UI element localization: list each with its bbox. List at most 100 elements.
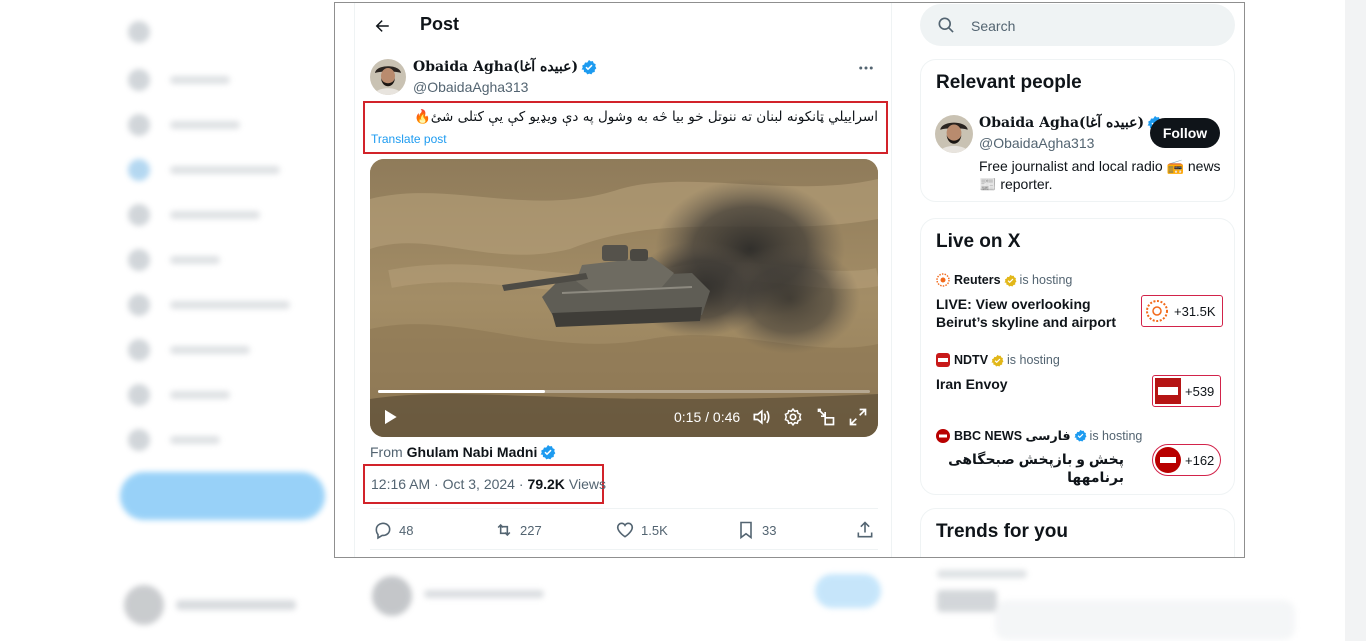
screenshot-frame: Post Obaida Agha(عبیده آغا) @ObaidaAgha3… (334, 2, 1245, 558)
pip-icon (817, 408, 835, 426)
trends-title: Trends for you (936, 521, 1068, 542)
volume-button[interactable] (751, 407, 771, 427)
bookmark-button[interactable]: 33 (736, 520, 776, 540)
gear-icon (784, 407, 802, 427)
relevant-people-card: Relevant people Obaida Agha(عبیده آغا) @… (920, 59, 1235, 202)
share-button[interactable] (855, 520, 881, 540)
more-options-button[interactable] (854, 59, 878, 79)
page: Post Obaida Agha(عبیده آغا) @ObaidaAgha3… (0, 0, 1366, 641)
listener-count-badge: +539 (1152, 375, 1222, 407)
more-icon (859, 66, 873, 70)
post-author: Obaida Agha(عبیده آغا) @ObaidaAgha313 (370, 59, 880, 99)
person-bio: Free journalist and local radio 📻 news 📰… (979, 158, 1221, 192)
hosting-label: is hosting (1089, 428, 1143, 443)
reuters-logo-icon (1146, 300, 1168, 322)
person-avatar[interactable] (935, 115, 973, 153)
author-avatar[interactable] (370, 59, 406, 95)
divider (370, 508, 878, 509)
host-row: BBC NEWS فارسی is hosting (936, 428, 1142, 443)
gold-verified-badge-icon (991, 354, 1004, 367)
background-reply-area (360, 560, 890, 641)
video-player[interactable]: 0:15 / 0:46 (370, 159, 878, 437)
heart-icon (616, 522, 634, 538)
video-progress-fill (378, 390, 546, 393)
bg-nav-item (128, 203, 260, 227)
repost-button[interactable]: 227 (494, 520, 542, 540)
share-icon (857, 521, 873, 538)
live-item[interactable]: BBC NEWS فارسی is hosting پخش و بازپخش ص… (936, 428, 1226, 488)
live-title-text: پخش و بازپخش صبحگاهی برنامهها (948, 451, 1124, 485)
verified-badge-icon (540, 445, 556, 460)
play-icon (385, 409, 397, 425)
bg-account-switcher (124, 585, 296, 625)
right-sidebar: Search Relevant people Obaida Agha(عبیده… (920, 3, 1236, 557)
from-prefix: From (370, 444, 403, 460)
bg-nav-item (128, 383, 230, 407)
follow-button[interactable]: Follow (1150, 118, 1220, 148)
search-bar[interactable]: Search (920, 4, 1235, 46)
fullscreen-button[interactable] (848, 407, 868, 427)
host-name: NDTV (954, 353, 989, 367)
listener-count-badge: +162 (1152, 444, 1222, 476)
search-placeholder: Search (971, 18, 1016, 34)
live-item[interactable]: NDTV is hosting Iran Envoy +539 (936, 353, 1226, 408)
live-title-text: Iran Envoy (936, 376, 1008, 392)
background-scrollbar (1345, 0, 1366, 641)
gold-verified-badge-icon (1004, 274, 1017, 287)
search-icon (938, 17, 954, 33)
back-button[interactable] (367, 11, 397, 41)
post-column: Post Obaida Agha(عبیده آغا) @ObaidaAgha3… (354, 3, 893, 557)
bg-nav-item (128, 428, 220, 452)
host-name: Reuters (954, 273, 1001, 287)
post-header: Post (355, 3, 893, 49)
author-name[interactable]: Obaida Agha(عبیده آغا) (413, 59, 578, 75)
views-label: Views (568, 476, 606, 492)
reply-icon (375, 522, 391, 540)
translate-post-link[interactable]: Translate post (371, 132, 447, 146)
person-name[interactable]: Obaida Agha(عبیده آغا) (979, 115, 1144, 131)
repost-count: 227 (520, 522, 542, 538)
play-button[interactable] (380, 407, 400, 427)
volume-icon (753, 409, 770, 425)
post-meta-highlight: 12:16 AM · Oct 3, 2024 · 79.2K Views (363, 464, 606, 504)
bookmark-count: 33 (762, 522, 777, 538)
hosting-label: is hosting (1007, 353, 1060, 367)
verified-badge-icon (581, 60, 597, 75)
views-count: 79.2K (527, 476, 565, 492)
listener-count: +539 (1185, 383, 1215, 399)
host-name: BBC NEWS فارسی (954, 429, 1071, 443)
bg-x-logo-icon (128, 20, 170, 44)
bg-post-button (120, 472, 325, 520)
person-handle[interactable]: @ObaidaAgha313 (979, 135, 1094, 151)
settings-button[interactable] (783, 407, 803, 427)
author-name-row: Obaida Agha(عبیده آغا) (413, 59, 597, 75)
host-row: NDTV is hosting (936, 353, 1060, 367)
repost-icon (497, 523, 511, 537)
like-button[interactable]: 1.5K (615, 520, 668, 540)
video-progress-bar[interactable] (378, 390, 870, 393)
reply-count: 48 (399, 522, 414, 538)
author-handle[interactable]: @ObaidaAgha313 (413, 79, 528, 95)
bg-nav-item (128, 158, 280, 182)
bg-nav-item (128, 248, 220, 272)
verified-badge-icon (1074, 429, 1087, 442)
from-author-link[interactable]: Ghulam Nabi Madni (407, 444, 538, 460)
listener-count-badge: +31.5K (1141, 295, 1223, 327)
live-item[interactable]: Reuters is hosting LIVE: View overlookin… (936, 273, 1226, 333)
post-timestamp[interactable]: 12:16 AM · Oct 3, 2024 · (371, 476, 524, 492)
listener-count: +162 (1185, 452, 1215, 468)
post-text: اسراییلي ټانکونه لبنان ته ننوتل خو بیا څ… (413, 109, 878, 125)
video-frame-tank (370, 159, 878, 437)
bg-nav-item (128, 293, 290, 317)
post-actions: 48 227 1.5K 33 (370, 520, 878, 542)
reply-button[interactable]: 48 (373, 520, 413, 540)
post-text-highlight: اسراییلي ټانکونه لبنان ته ننوتل خو بیا څ… (363, 101, 888, 154)
live-on-x-card: Live on X Reuters is hosting LIVE: View … (920, 218, 1235, 495)
fullscreen-icon (849, 408, 867, 426)
bg-nav-item (128, 68, 230, 92)
background-left-nav (110, 0, 340, 641)
trends-card: Trends for you (920, 508, 1235, 557)
video-time: 0:15 / 0:46 (674, 409, 741, 425)
picture-in-picture-button[interactable] (816, 407, 836, 427)
bbc-logo-icon (936, 428, 950, 443)
